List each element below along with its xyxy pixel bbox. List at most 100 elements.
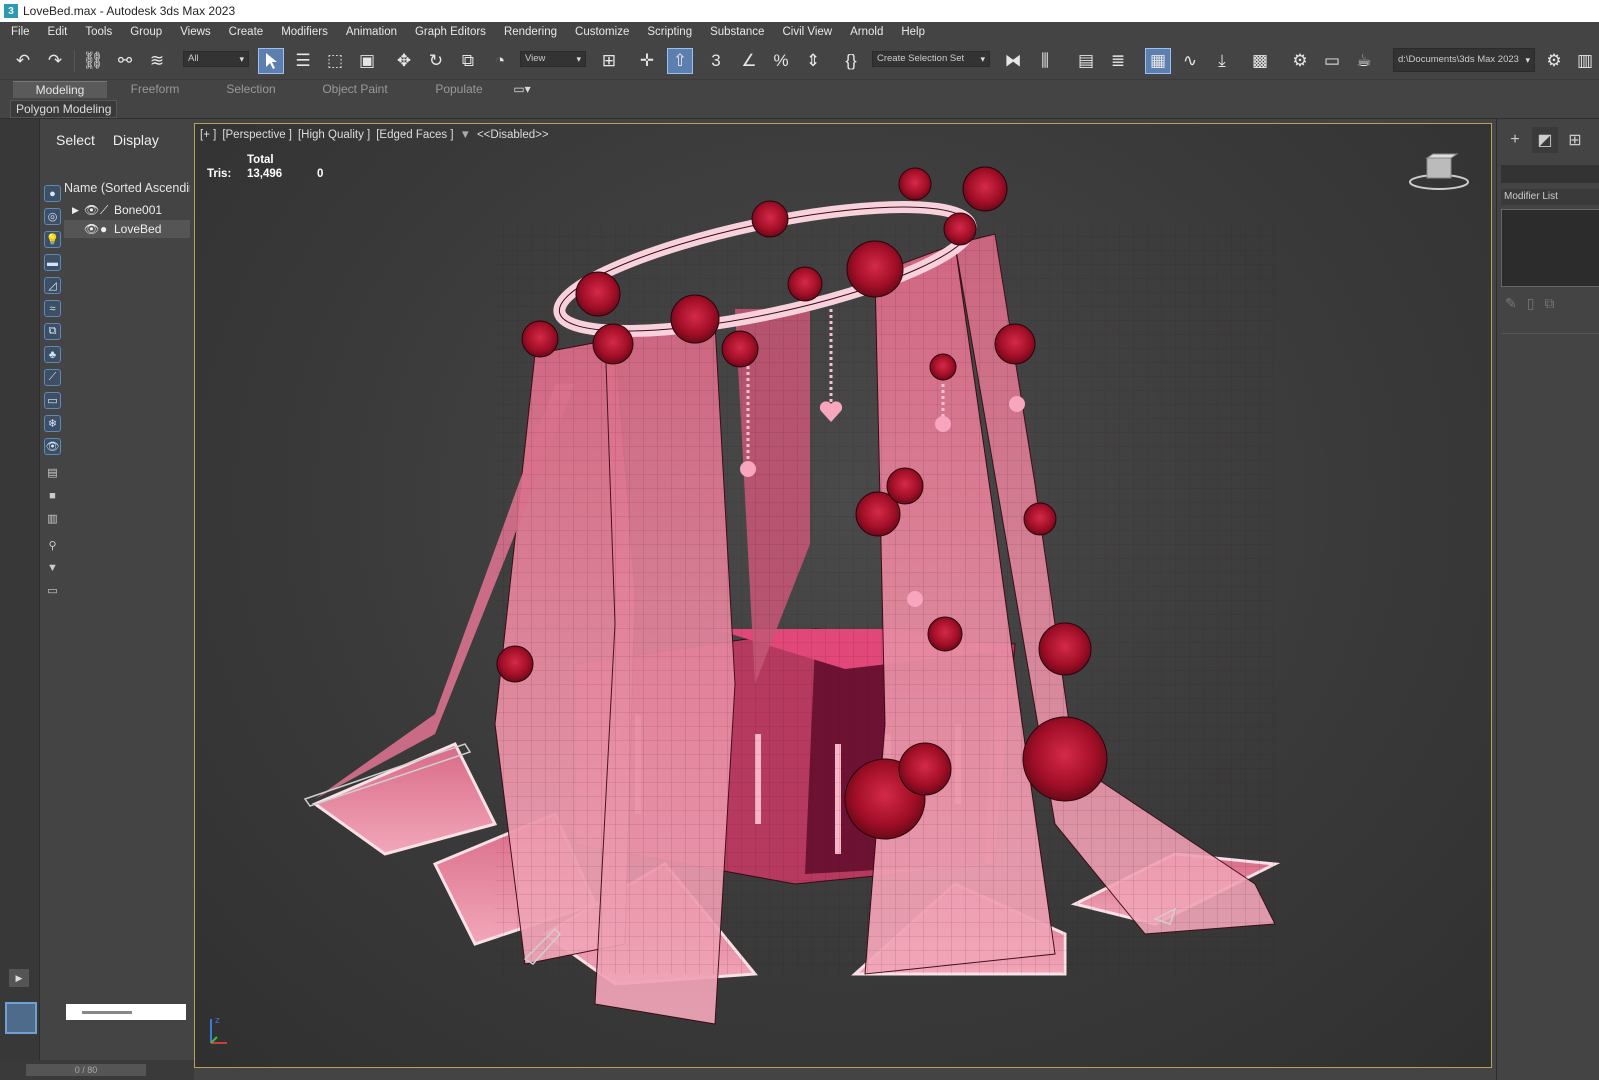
tab-modeling[interactable]: Modeling [13, 81, 107, 98]
perspective-viewport[interactable]: [+ ] [Perspective ] [High Quality ] [Edg… [194, 123, 1492, 1068]
filter-xrefs-icon[interactable]: ♣ [44, 346, 61, 363]
menu-customize[interactable]: Customize [566, 26, 638, 38]
layer-icon[interactable]: ▭ [44, 582, 61, 599]
render-production-icon[interactable]: ☕ [1351, 48, 1377, 74]
menu-animation[interactable]: Animation [337, 26, 406, 38]
viewport-filter-label[interactable]: <<Disabled>> [477, 129, 549, 141]
filter-helpers-icon[interactable]: ◿ [44, 277, 61, 294]
modify-tab-icon[interactable]: ◩ [1532, 127, 1558, 153]
project-folder-icon[interactable]: ▥ [1572, 48, 1598, 74]
ribbon-options-icon[interactable]: ▭▾ [507, 81, 537, 98]
expand-arrow-icon[interactable]: ▶ [72, 205, 84, 216]
menu-rendering[interactable]: Rendering [495, 26, 566, 38]
reference-coord-dropdown[interactable]: View [520, 51, 586, 67]
select-by-name-icon[interactable]: ☰ [290, 48, 316, 74]
explorer-expand-icon[interactable]: ▶ [9, 969, 29, 987]
percent-snap-icon[interactable]: % [768, 48, 794, 74]
hierarchy-tab-icon[interactable]: ⊞ [1562, 127, 1588, 153]
filter-settings-icon[interactable]: ⚲ [44, 537, 61, 554]
menu-file[interactable]: File [0, 26, 39, 38]
unlink-icon[interactable]: ⚯ [112, 48, 138, 74]
viewport-label-menu[interactable]: [+ ] [Perspective ] [High Quality ] [Edg… [200, 129, 549, 141]
filter-lights-icon[interactable]: 💡 [44, 231, 61, 248]
menu-help[interactable]: Help [892, 26, 934, 38]
tree-row-lovebed[interactable]: 👁 ● LoveBed [64, 220, 190, 238]
schematic-view-icon[interactable]: ⤓ [1209, 48, 1235, 74]
menu-tools[interactable]: Tools [76, 26, 121, 38]
redo-icon[interactable]: ↷ [42, 48, 68, 74]
filter-hidden-icon[interactable]: 👁 [44, 438, 61, 455]
undo-icon[interactable]: ↶ [10, 48, 36, 74]
snaps-toggle-icon[interactable]: 3 [703, 48, 729, 74]
polygon-modeling-panel[interactable]: Polygon Modeling [10, 100, 118, 118]
explorer-column-header[interactable]: Name (Sorted Ascending) [64, 181, 190, 195]
display-none-icon[interactable]: ■ [44, 487, 61, 504]
time-slider[interactable]: 0 / 80 [26, 1064, 146, 1076]
menu-views[interactable]: Views [171, 26, 219, 38]
filter-containers-icon[interactable]: ▭ [44, 392, 61, 409]
rendered-frame-window-icon[interactable]: ▭ [1319, 48, 1345, 74]
tree-row-bone001[interactable]: ▶ 👁 ⟋ Bone001 [64, 201, 190, 219]
pin-stack-icon[interactable]: ✎ [1505, 295, 1517, 312]
modifier-list-dropdown[interactable]: Modifier List [1501, 189, 1599, 205]
create-tab-icon[interactable]: + [1502, 127, 1528, 153]
place-icon[interactable]: ◔ [487, 48, 513, 74]
viewport-shading-menu[interactable]: [Edged Faces ] [376, 129, 453, 141]
link-icon[interactable]: ⛓ [80, 48, 106, 74]
tab-freeform[interactable]: Freeform [107, 81, 203, 98]
spinner-snap-icon[interactable]: ⇕ [800, 48, 826, 74]
menu-edit[interactable]: Edit [39, 26, 77, 38]
material-editor-icon[interactable]: ▩ [1247, 48, 1273, 74]
project-settings-icon[interactable]: ⚙ [1541, 48, 1567, 74]
layer-explorer-icon[interactable]: ≣ [1105, 48, 1131, 74]
explorer-tab-select[interactable]: Select [56, 132, 95, 148]
menu-graph-editors[interactable]: Graph Editors [406, 26, 495, 38]
filter-funnel-icon[interactable]: ▼ [44, 559, 61, 576]
edit-named-selection-icon[interactable]: {} [838, 48, 864, 74]
display-all-icon[interactable]: ▤ [44, 464, 61, 481]
show-end-result-icon[interactable]: ▯ [1527, 295, 1535, 312]
menu-arnold[interactable]: Arnold [841, 26, 892, 38]
make-unique-icon[interactable]: ⧉ [1544, 295, 1554, 312]
viewport-pov-menu[interactable]: [Perspective ] [222, 129, 292, 141]
filter-frozen-icon[interactable]: ❄ [44, 415, 61, 432]
object-name-field[interactable] [1501, 165, 1599, 183]
layer-toggle-button[interactable] [5, 1002, 37, 1034]
move-icon[interactable]: ✥ [391, 48, 417, 74]
bind-space-warp-icon[interactable]: ≋ [144, 48, 170, 74]
explorer-tab-display[interactable]: Display [113, 132, 159, 148]
explorer-scrollbar[interactable] [66, 1004, 186, 1020]
named-selection-set-dropdown[interactable]: Create Selection Set [872, 51, 990, 67]
love-bed-model[interactable] [195, 124, 1492, 1068]
menu-civil-view[interactable]: Civil View [773, 26, 841, 38]
filter-groups-icon[interactable]: ⧉ [44, 323, 61, 340]
angle-snap-icon[interactable]: ∠ [736, 48, 762, 74]
keyboard-shortcut-override-icon[interactable]: ⇧ [667, 48, 693, 74]
filter-spacewarps-icon[interactable]: ≈ [44, 300, 61, 317]
align-icon[interactable]: ⫼ [1032, 48, 1058, 74]
window-crossing-icon[interactable]: ▣ [354, 48, 380, 74]
viewport-general-menu[interactable]: [+ ] [200, 129, 216, 141]
mirror-icon[interactable]: ⧓ [1000, 48, 1026, 74]
toggle-ribbon-icon[interactable]: ▦ [1145, 48, 1171, 74]
filter-shapes-icon[interactable]: ◎ [44, 208, 61, 225]
filter-bones-icon[interactable]: ⟋ [44, 369, 61, 386]
select-manipulate-icon[interactable]: ✛ [634, 48, 660, 74]
modifier-stack[interactable] [1501, 209, 1599, 287]
menu-modifiers[interactable]: Modifiers [272, 26, 337, 38]
filter-geometry-icon[interactable]: ● [44, 185, 61, 202]
scale-icon[interactable]: ⧉ [455, 48, 481, 74]
project-folder-dropdown[interactable]: d:\Documents\3ds Max 2023 [1393, 48, 1535, 72]
tab-object-paint[interactable]: Object Paint [299, 81, 411, 98]
menu-substance[interactable]: Substance [701, 26, 773, 38]
menu-group[interactable]: Group [121, 26, 171, 38]
select-object-icon[interactable] [258, 48, 284, 74]
tab-populate[interactable]: Populate [411, 81, 507, 98]
menu-scripting[interactable]: Scripting [638, 26, 701, 38]
selection-filter-dropdown[interactable]: All [183, 51, 249, 67]
viewcube-icon[interactable] [1409, 152, 1469, 192]
scene-explorer-toggle-icon[interactable]: ▤ [1073, 48, 1099, 74]
menu-create[interactable]: Create [220, 26, 273, 38]
invert-display-icon[interactable]: ▥ [44, 510, 61, 527]
visibility-eye-icon[interactable]: 👁 [84, 203, 100, 217]
